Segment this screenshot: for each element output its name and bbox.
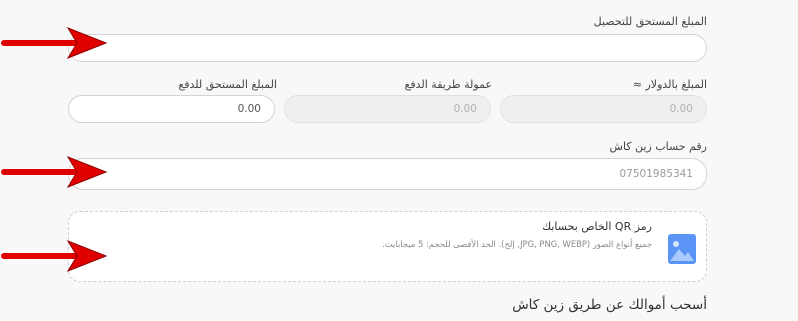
amount-usd-label: المبلغ بالدولار ≈: [632, 78, 707, 91]
amount-usd-field: 0.00: [500, 95, 707, 123]
amount-due-payment-field[interactable]: 0.00: [68, 95, 275, 123]
payment-fee-label: عمولة طريقة الدفع: [404, 78, 493, 91]
zaincash-account-input[interactable]: 07501985341: [68, 158, 707, 190]
red-arrow-icon: [1, 239, 108, 273]
section-heading: أسحب أموالك عن طريق زين كاش: [512, 297, 707, 313]
qr-upload-dropzone[interactable]: رمز QR الخاص بحسابك جميع أنواع الصور (JP…: [68, 211, 707, 282]
qr-upload-hint: جميع أنواع الصور (JPG, PNG, WEBP, إلخ). …: [382, 239, 652, 249]
payment-fee-field: 0.00: [284, 95, 491, 123]
image-icon: [668, 234, 696, 264]
amount-due-payment-label: المبلغ المستحق للدفع: [178, 78, 277, 91]
qr-upload-title: رمز QR الخاص بحسابك: [542, 220, 652, 233]
red-arrow-icon: [1, 26, 108, 60]
amount-due-collection-input[interactable]: [68, 34, 707, 62]
red-arrow-icon: [1, 155, 108, 189]
zaincash-account-label: رقم حساب زين كاش: [609, 140, 707, 153]
amount-due-collection-label: المبلغ المستحق للتحصيل: [593, 15, 707, 28]
